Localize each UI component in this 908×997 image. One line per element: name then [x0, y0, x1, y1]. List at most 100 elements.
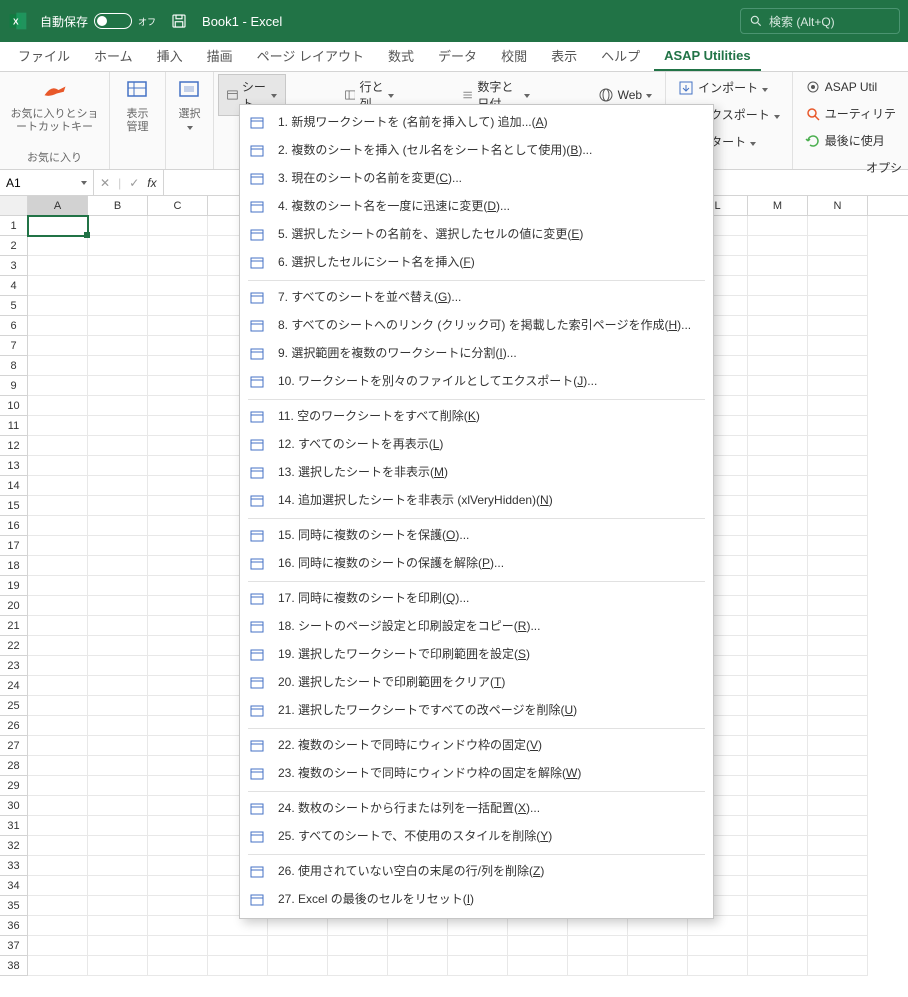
- cell[interactable]: [808, 656, 868, 676]
- row-header[interactable]: 14: [0, 476, 28, 496]
- cell[interactable]: [808, 336, 868, 356]
- cell[interactable]: [808, 516, 868, 536]
- cell[interactable]: [808, 396, 868, 416]
- row-header[interactable]: 23: [0, 656, 28, 676]
- tab-ファイル[interactable]: ファイル: [8, 41, 80, 71]
- cell[interactable]: [328, 956, 388, 976]
- cell[interactable]: [88, 276, 148, 296]
- menu-item-13[interactable]: 13. 選択したシートを非表示(M): [240, 459, 713, 487]
- row-header[interactable]: 9: [0, 376, 28, 396]
- cell[interactable]: [88, 876, 148, 896]
- cell[interactable]: [148, 636, 208, 656]
- cell[interactable]: [808, 836, 868, 856]
- cell[interactable]: [148, 676, 208, 696]
- tab-表示[interactable]: 表示: [541, 41, 587, 71]
- menu-item-18[interactable]: 18. シートのページ設定と印刷設定をコピー(R)...: [240, 613, 713, 641]
- cell[interactable]: [808, 896, 868, 916]
- cell[interactable]: [148, 956, 208, 976]
- menu-item-26[interactable]: 26. 使用されていない空白の末尾の行/列を削除(Z): [240, 858, 713, 886]
- column-header[interactable]: B: [88, 196, 148, 215]
- cell[interactable]: [148, 576, 208, 596]
- menu-item-17[interactable]: 17. 同時に複数のシートを印刷(Q)...: [240, 585, 713, 613]
- cell[interactable]: [268, 956, 328, 976]
- row-header[interactable]: 35: [0, 896, 28, 916]
- row-header[interactable]: 3: [0, 256, 28, 276]
- cell[interactable]: [28, 456, 88, 476]
- cell[interactable]: [808, 696, 868, 716]
- cell[interactable]: [148, 656, 208, 676]
- menu-item-12[interactable]: 12. すべてのシートを再表示(L): [240, 431, 713, 459]
- cell[interactable]: [148, 236, 208, 256]
- cell[interactable]: [88, 616, 148, 636]
- cell[interactable]: [568, 916, 628, 936]
- cell[interactable]: [148, 796, 208, 816]
- utility-button[interactable]: ユーティリテ: [799, 102, 902, 125]
- cell[interactable]: [808, 856, 868, 876]
- cell[interactable]: [748, 796, 808, 816]
- row-header[interactable]: 17: [0, 536, 28, 556]
- cell[interactable]: [748, 496, 808, 516]
- row-header[interactable]: 15: [0, 496, 28, 516]
- cell[interactable]: [88, 256, 148, 276]
- cell[interactable]: [808, 416, 868, 436]
- cell[interactable]: [28, 816, 88, 836]
- cell[interactable]: [748, 556, 808, 576]
- cell[interactable]: [748, 516, 808, 536]
- cell[interactable]: [748, 896, 808, 916]
- cell[interactable]: [748, 396, 808, 416]
- cell[interactable]: [148, 836, 208, 856]
- column-header[interactable]: A: [28, 196, 88, 215]
- menu-item-1[interactable]: 1. 新規ワークシートを (名前を挿入して) 追加...(A): [240, 109, 713, 137]
- cell[interactable]: [148, 356, 208, 376]
- cell[interactable]: [28, 416, 88, 436]
- tab-描画[interactable]: 描画: [197, 41, 243, 71]
- menu-item-4[interactable]: 4. 複数のシート名を一度に迅速に変更(D)...: [240, 193, 713, 221]
- cell[interactable]: [748, 736, 808, 756]
- cell[interactable]: [748, 696, 808, 716]
- cell[interactable]: [808, 916, 868, 936]
- cell[interactable]: [88, 296, 148, 316]
- cell[interactable]: [268, 916, 328, 936]
- cell[interactable]: [88, 416, 148, 436]
- cell[interactable]: [28, 636, 88, 656]
- cell[interactable]: [88, 236, 148, 256]
- row-header[interactable]: 19: [0, 576, 28, 596]
- select-all-corner[interactable]: [0, 196, 28, 215]
- cell[interactable]: [88, 696, 148, 716]
- row-header[interactable]: 16: [0, 516, 28, 536]
- last-used-button[interactable]: 最後に使月: [799, 129, 902, 152]
- row-header[interactable]: 20: [0, 596, 28, 616]
- cell[interactable]: [748, 456, 808, 476]
- cell[interactable]: [28, 316, 88, 336]
- cell[interactable]: [568, 936, 628, 956]
- cell[interactable]: [748, 676, 808, 696]
- cell[interactable]: [28, 676, 88, 696]
- tab-数式[interactable]: 数式: [378, 41, 424, 71]
- cell[interactable]: [148, 436, 208, 456]
- row-header[interactable]: 12: [0, 436, 28, 456]
- cell[interactable]: [808, 796, 868, 816]
- cell[interactable]: [28, 216, 88, 236]
- row-header[interactable]: 25: [0, 696, 28, 716]
- cell[interactable]: [28, 656, 88, 676]
- cell[interactable]: [28, 916, 88, 936]
- cell[interactable]: [28, 716, 88, 736]
- cell[interactable]: [808, 476, 868, 496]
- cell[interactable]: [148, 216, 208, 236]
- cell[interactable]: [748, 576, 808, 596]
- cell[interactable]: [28, 396, 88, 416]
- cell[interactable]: [748, 756, 808, 776]
- menu-item-15[interactable]: 15. 同時に複数のシートを保護(O)...: [240, 522, 713, 550]
- cell[interactable]: [808, 496, 868, 516]
- select-button[interactable]: 選択: [174, 76, 206, 136]
- cell[interactable]: [808, 816, 868, 836]
- cell[interactable]: [808, 876, 868, 896]
- row-header[interactable]: 8: [0, 356, 28, 376]
- cell[interactable]: [28, 956, 88, 976]
- asap-util-button[interactable]: ASAP Util: [799, 76, 902, 98]
- cell[interactable]: [28, 896, 88, 916]
- row-header[interactable]: 13: [0, 456, 28, 476]
- cell[interactable]: [748, 356, 808, 376]
- cell[interactable]: [748, 636, 808, 656]
- cell[interactable]: [88, 396, 148, 416]
